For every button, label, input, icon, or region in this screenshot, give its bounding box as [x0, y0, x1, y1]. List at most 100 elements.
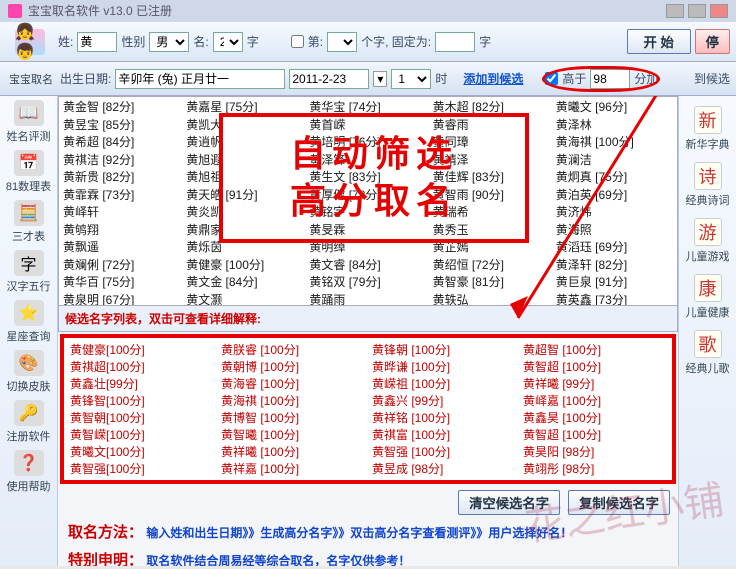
name-item[interactable]: 黄金智 [82分] — [63, 99, 180, 117]
candidate-item[interactable]: 黄智曦 [100分] — [221, 427, 364, 444]
name-item[interactable]: 黄首嵘 — [309, 117, 426, 135]
name-item[interactable]: 黄瑞希 — [433, 204, 550, 222]
count-select[interactable]: 2 — [213, 32, 243, 52]
name-item[interactable]: 黄逍帆 — [186, 134, 303, 152]
name-item[interactable]: 黄睿雨 — [433, 117, 550, 135]
name-item[interactable]: 黄佳辉 [83分] — [433, 169, 550, 187]
sidebar-item[interactable]: 🎨切换皮肤 — [0, 348, 57, 396]
candidate-item[interactable]: 黄翊彤 [98分] — [523, 461, 666, 478]
name-item[interactable]: 黄文金 [84分] — [186, 274, 303, 292]
name-item[interactable]: 黄智豪 [81分] — [433, 274, 550, 292]
candidate-item[interactable]: 黄健豪[100分] — [70, 342, 213, 359]
name-item[interactable]: 黄峄轩 — [63, 204, 180, 222]
candidate-item[interactable]: 黄晔谦 [100分] — [372, 359, 515, 376]
name-item[interactable]: 黄昱宝 [85分] — [63, 117, 180, 135]
candidate-item[interactable]: 黄锋朝 [100分] — [372, 342, 515, 359]
name-item[interactable]: 黄铭双 [79分] — [309, 274, 426, 292]
name-item[interactable]: 黄文灏 — [186, 292, 303, 307]
candidate-item[interactable]: 黄海睿 [100分] — [221, 376, 364, 393]
name-item[interactable]: 黄烁茵 — [186, 239, 303, 257]
name-item[interactable]: 黄鸲翔 — [63, 222, 180, 240]
fix-char-checkbox[interactable] — [291, 35, 304, 48]
candidate-item[interactable]: 黄智嵘[100分] — [70, 427, 213, 444]
name-item[interactable]: 黄旻霖 — [309, 222, 426, 240]
candidate-item[interactable]: 黄智朝[100分] — [70, 410, 213, 427]
candidate-item[interactable]: 黄祥嘉 [100分] — [221, 461, 364, 478]
name-item[interactable]: 黄巨泉 [91分] — [556, 274, 673, 292]
name-item[interactable]: 黄嘉星 [75分] — [186, 99, 303, 117]
start-button[interactable]: 开 始 — [627, 29, 691, 54]
rsidebar-item[interactable]: 新新华字典 — [686, 102, 730, 156]
name-item[interactable]: 黄轶弘 — [433, 292, 550, 307]
candidate-item[interactable]: 黄祥铭 [100分] — [372, 410, 515, 427]
name-item[interactable]: 黄厚健 [78分] — [309, 187, 426, 205]
candidate-item[interactable]: 黄昱成 [98分] — [372, 461, 515, 478]
candidate-item[interactable]: 黄海祺 [100分] — [221, 393, 364, 410]
name-item[interactable]: 黄希超 [84分] — [63, 134, 180, 152]
name-item[interactable]: 黄文睿 [84分] — [309, 257, 426, 275]
candidate-item[interactable]: 黄曦文[100分] — [70, 444, 213, 461]
fix-pos-select[interactable] — [327, 32, 357, 52]
candidate-item[interactable]: 黄智超 [100分] — [523, 359, 666, 376]
candidate-item[interactable]: 黄博智 [100分] — [221, 410, 364, 427]
add-to-candidate-link[interactable]: 添加到候选 — [463, 70, 523, 87]
name-item[interactable]: 黄英鑫 [73分] — [556, 292, 673, 307]
name-item[interactable]: 黄泽林 — [556, 117, 673, 135]
name-item[interactable]: 黄铭宇 — [309, 204, 426, 222]
candidate-item[interactable]: 黄鑫壮[99分] — [70, 376, 213, 393]
sidebar-item[interactable]: ⭐星座查询 — [0, 298, 57, 346]
name-item[interactable]: 黄炯真 [75分] — [556, 169, 673, 187]
candidate-item[interactable]: 黄祺超[100分] — [70, 359, 213, 376]
sidebar-item[interactable]: 🔑注册软件 — [0, 398, 57, 446]
candidate-item[interactable]: 黄昊阳 [98分] — [523, 444, 666, 461]
candidate-item[interactable]: 黄智强[100分] — [70, 461, 213, 478]
name-item[interactable]: 黄靖泽 — [433, 152, 550, 170]
name-item[interactable]: 黄泉明 [67分] — [63, 292, 180, 307]
candidate-item[interactable]: 黄智强 [100分] — [372, 444, 515, 461]
name-item[interactable]: 黄智雨 [90分] — [433, 187, 550, 205]
name-item[interactable]: 黄绍恒 [72分] — [433, 257, 550, 275]
candidate-item[interactable]: 黄峄嘉 [100分] — [523, 393, 666, 410]
candidate-item[interactable]: 黄嵘祖 [100分] — [372, 376, 515, 393]
candidate-names-list[interactable]: 黄健豪[100分]黄朕睿 [100分]黄锋朝 [100分]黄超智 [100分]黄… — [60, 334, 676, 484]
name-item[interactable]: 黄曦文 [96分] — [556, 99, 673, 117]
name-item[interactable]: 黄健豪 [100分] — [186, 257, 303, 275]
min-button[interactable] — [666, 4, 684, 18]
candidate-item[interactable]: 黄鑫昊 [100分] — [523, 410, 666, 427]
name-item[interactable]: 黄泊英 [69分] — [556, 187, 673, 205]
calendar-icon[interactable]: ▾ — [373, 71, 387, 87]
name-item[interactable]: 黄生文 [83分] — [309, 169, 426, 187]
copy-candidate-button[interactable]: 复制候选名字 — [568, 490, 670, 515]
name-item[interactable]: 黄滔珏 [69分] — [556, 239, 673, 257]
name-item[interactable]: 黄旭祖 — [186, 169, 303, 187]
candidate-item[interactable]: 黄祥曦 [100分] — [221, 444, 364, 461]
name-item[interactable]: 黄新贵 [82分] — [63, 169, 180, 187]
name-item[interactable]: 黄旭遐 — [186, 152, 303, 170]
name-item[interactable]: 黄秀玉 — [433, 222, 550, 240]
fix-char-input[interactable] — [435, 32, 475, 52]
stop-button[interactable]: 停 — [695, 29, 730, 54]
rsidebar-item[interactable]: 歌经典儿歌 — [686, 326, 730, 380]
name-item[interactable]: 黄泽轩 [82分] — [556, 257, 673, 275]
name-item[interactable]: 黄鼎家 — [186, 222, 303, 240]
rsidebar-item[interactable]: 游儿童游戏 — [686, 214, 730, 268]
birthdate-lunar-input[interactable] — [115, 69, 285, 89]
name-item[interactable]: 黄海祺 [100分] — [556, 134, 673, 152]
hour-select[interactable]: 1 — [391, 69, 431, 89]
name-item[interactable]: 黄泽锋 — [309, 152, 426, 170]
name-item[interactable]: 黄凯大 — [186, 117, 303, 135]
candidate-item[interactable]: 黄朕睿 [100分] — [221, 342, 364, 359]
name-item[interactable]: 黄芷嫣 — [433, 239, 550, 257]
name-item[interactable]: 黄炎凯 — [186, 204, 303, 222]
candidate-item[interactable]: 黄锋智[100分] — [70, 393, 213, 410]
candidate-item[interactable]: 黄超智 [100分] — [523, 342, 666, 359]
close-button[interactable] — [710, 4, 728, 18]
name-item[interactable]: 黄济炜 — [556, 204, 673, 222]
gender-select[interactable]: 男 — [149, 32, 189, 52]
sidebar-item[interactable]: ❓使用帮助 — [0, 448, 57, 496]
max-button[interactable] — [688, 4, 706, 18]
sidebar-item[interactable]: 📖姓名评测 — [0, 98, 57, 146]
rsidebar-item[interactable]: 康儿童健康 — [686, 270, 730, 324]
name-item[interactable]: 黄踊雨 — [309, 292, 426, 307]
name-item[interactable]: 黄祺洁 [92分] — [63, 152, 180, 170]
